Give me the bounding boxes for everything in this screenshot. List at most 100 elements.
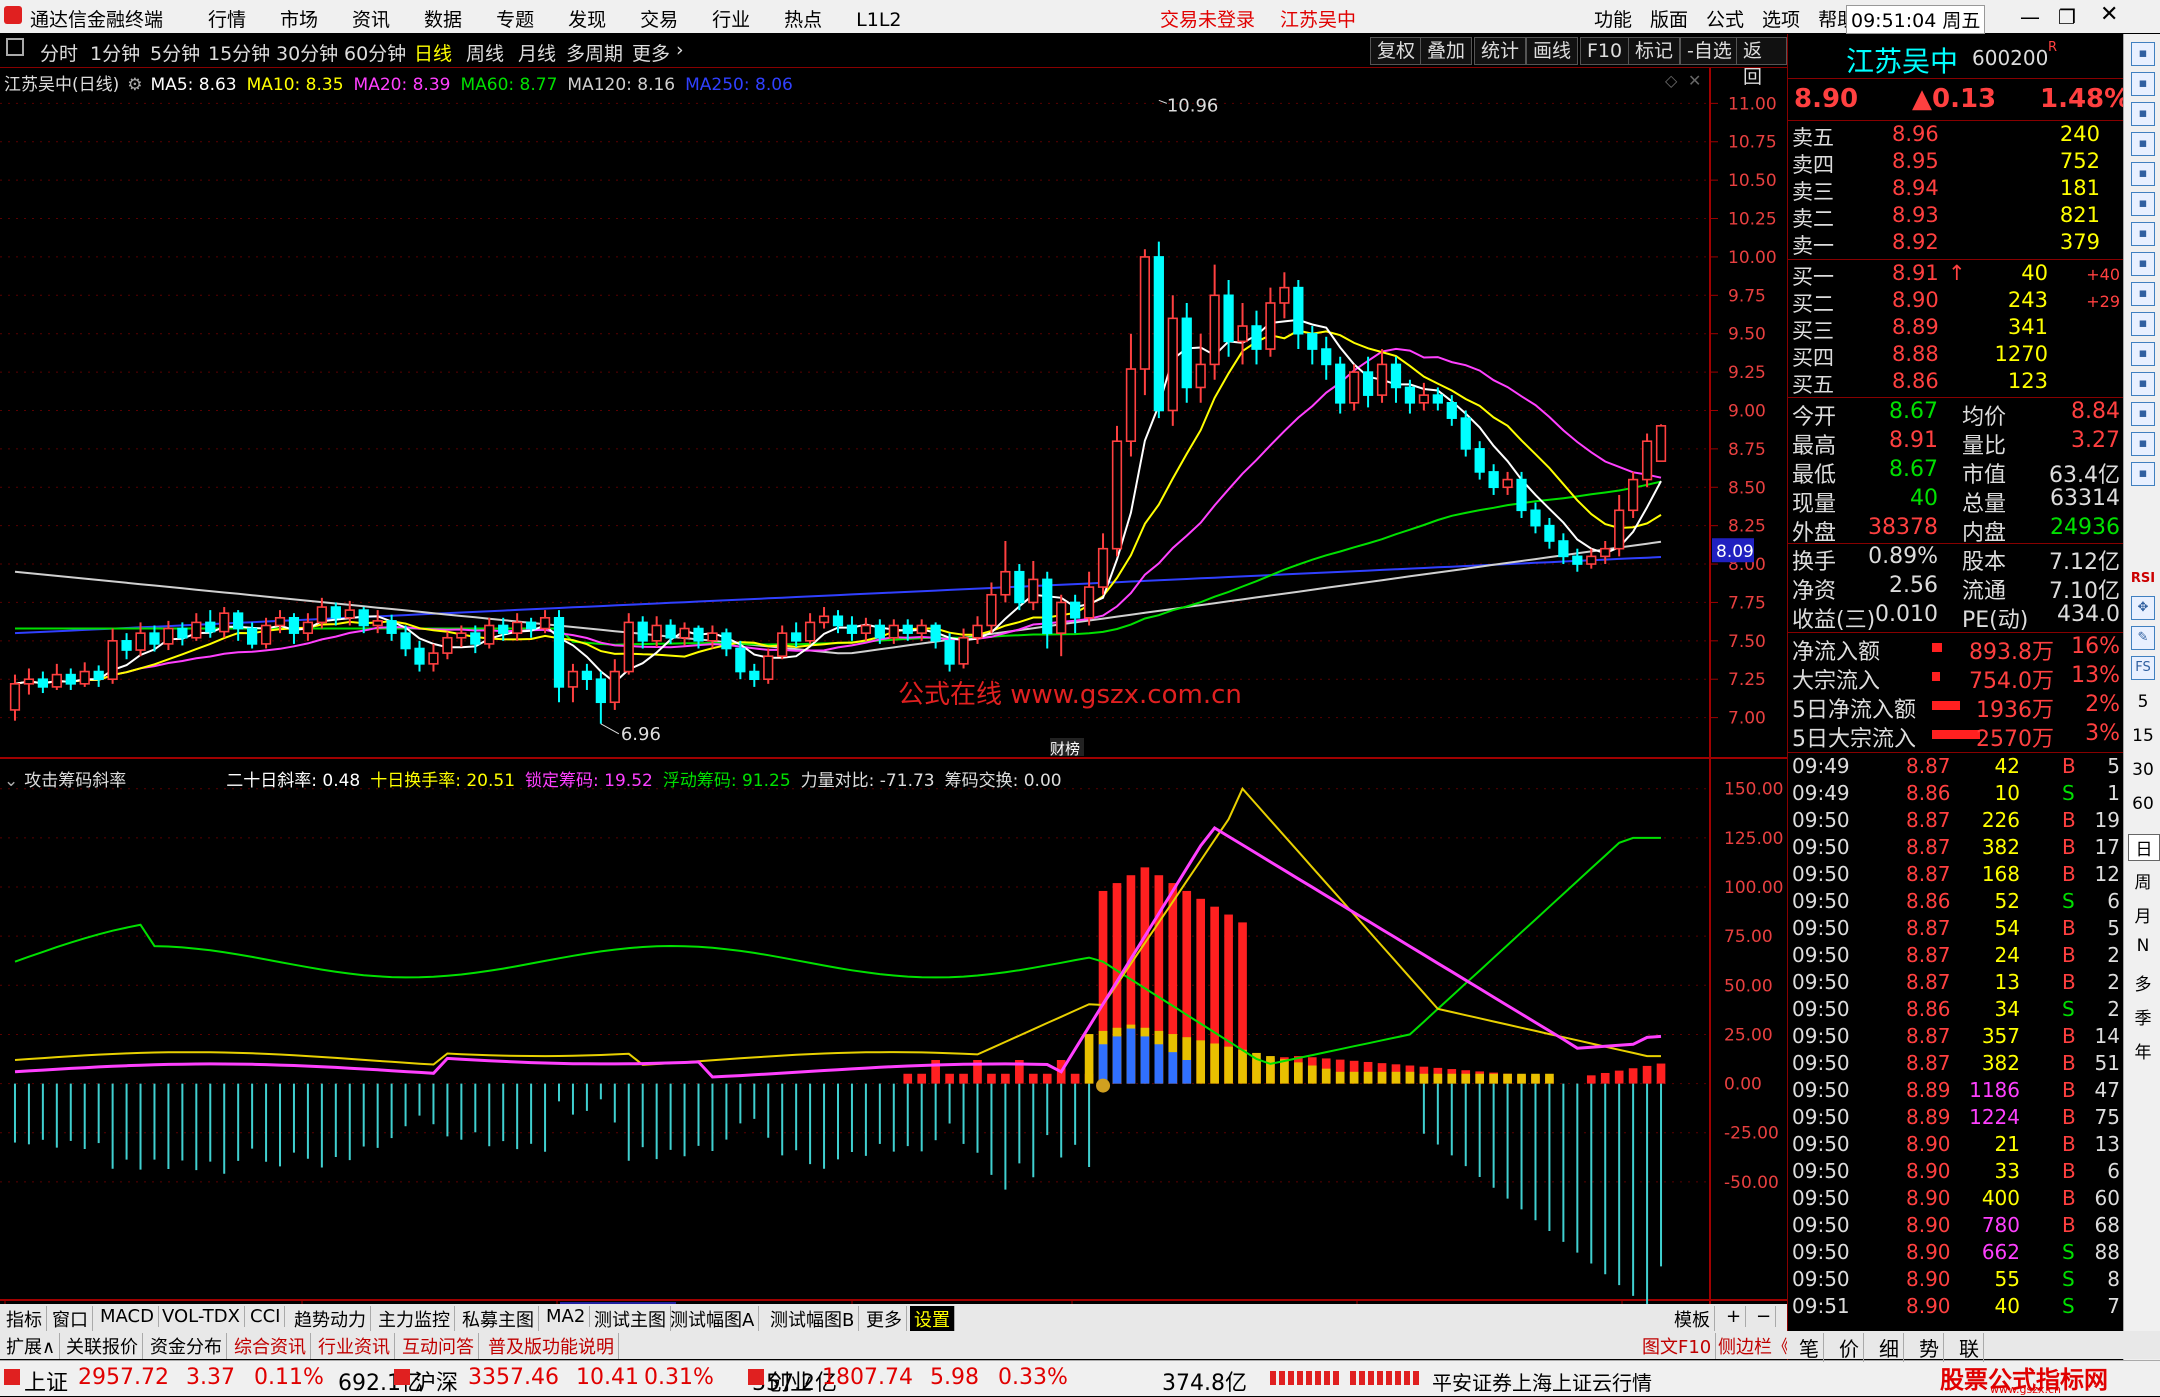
candle[interactable] [191, 613, 202, 641]
bid-row[interactable]: 买三 8.89 341 [1792, 315, 2120, 343]
chart-diamond-icon[interactable]: ◇ [1665, 71, 1678, 90]
candle[interactable] [1028, 560, 1039, 611]
period-0[interactable]: 分时 [40, 39, 78, 66]
table-icon[interactable]: ▪ [2131, 252, 2155, 276]
candle[interactable] [1335, 356, 1346, 414]
indicator-tab-1[interactable]: 窗口 [48, 1306, 93, 1332]
indicator-tab-10[interactable]: 测试幅图A [666, 1306, 760, 1332]
indicator-tab-2[interactable]: MACD [96, 1306, 159, 1327]
candle[interactable] [1070, 594, 1081, 634]
candle[interactable] [23, 668, 35, 695]
candle[interactable] [846, 616, 858, 641]
candle[interactable] [763, 648, 774, 684]
f2-icon[interactable]: ▪ [2131, 372, 2155, 396]
chart-area[interactable]: 11.00 10.75 10.50 10.25 10.00 9.75 9.50 9.25 9.0… [0, 68, 1787, 1304]
chart-icon[interactable]: ▪ [2131, 462, 2155, 486]
bid-row[interactable]: 买四 8.88 1270 [1792, 342, 2120, 370]
extension-tab-6[interactable]: 普及版功能说明 [484, 1333, 619, 1359]
candle[interactable] [1265, 287, 1276, 357]
panel-switch-2[interactable]: 细 [1875, 1333, 1904, 1362]
tool-button-3[interactable]: 画线 [1526, 37, 1579, 65]
more-chevron-icon[interactable]: › [676, 39, 684, 61]
candle[interactable] [1279, 272, 1290, 319]
minute-60[interactable]: 60 [2128, 794, 2158, 814]
index-name[interactable]: 沪深 [414, 1365, 458, 1397]
template-control-1[interactable]: + [1722, 1306, 1747, 1327]
candle[interactable] [1641, 433, 1653, 488]
period-side-2[interactable]: 月 [2128, 902, 2158, 927]
candle[interactable] [860, 617, 872, 641]
panel-switch-4[interactable]: 联 [1955, 1333, 1984, 1362]
index-name[interactable]: 上证 [24, 1365, 68, 1397]
candle[interactable] [930, 622, 941, 649]
candle[interactable] [721, 628, 732, 657]
minimize-icon[interactable]: — [2020, 5, 2040, 29]
candle[interactable] [1293, 279, 1304, 350]
menu-4[interactable]: 专题 [496, 9, 534, 31]
candle[interactable] [37, 671, 48, 694]
candle[interactable] [1125, 333, 1137, 457]
period-side-5[interactable]: 季 [2128, 1004, 2158, 1029]
tool-button-5[interactable]: 标记 [1628, 37, 1681, 65]
period-side-0[interactable]: 日 [2128, 834, 2160, 861]
minute-15[interactable]: 15 [2128, 726, 2158, 746]
panel-switch-3[interactable]: 势 [1915, 1333, 1944, 1362]
indicator-tab-7[interactable]: 私募主图 [458, 1306, 539, 1332]
menu-0[interactable]: 行情 [208, 9, 246, 31]
candle[interactable] [581, 663, 593, 690]
candle[interactable] [777, 625, 788, 660]
indicator-tab-11[interactable]: 测试幅图B [766, 1306, 860, 1332]
badge-text[interactable]: 财榜 [1050, 740, 1080, 758]
indicator-tab-12[interactable]: 更多 [862, 1306, 907, 1332]
right-menu-2[interactable]: 公式 [1706, 9, 1744, 31]
tool-button-4[interactable]: F10 [1580, 37, 1630, 65]
period-side-4[interactable]: 多 [2128, 970, 2158, 995]
panel-switch-1[interactable]: 价 [1835, 1333, 1864, 1362]
tool-button-2[interactable]: 统计 [1474, 37, 1527, 65]
period-1[interactable]: 1分钟 [90, 39, 140, 66]
candle[interactable] [428, 643, 439, 672]
candle[interactable] [1474, 441, 1485, 480]
candle[interactable] [1516, 471, 1527, 518]
arrow-up-icon[interactable]: ▪ [2131, 72, 2155, 96]
chart-close-icon[interactable]: ✕ [1688, 71, 1701, 90]
candle[interactable] [330, 602, 341, 626]
candle-icon[interactable]: ▪ [2131, 222, 2155, 246]
candle[interactable] [1544, 517, 1555, 549]
candle[interactable] [1362, 356, 1374, 408]
candle[interactable] [484, 617, 495, 649]
candle[interactable] [1056, 594, 1067, 657]
ask-row[interactable]: 卖四 8.95 752 [1792, 149, 2120, 177]
candle[interactable] [1558, 533, 1569, 565]
menu-5[interactable]: 发现 [568, 9, 606, 31]
settings-gear-icon[interactable]: ⚙ [127, 75, 142, 95]
candle[interactable] [1460, 410, 1471, 457]
fs-icon[interactable]: FS [2131, 656, 2155, 680]
sidebar-tab[interactable]: 侧边栏《 [1714, 1333, 1795, 1359]
candle[interactable] [679, 622, 690, 646]
right-menu-1[interactable]: 版面 [1650, 9, 1688, 31]
candle[interactable] [1167, 295, 1178, 426]
arrow-down-icon[interactable]: ▪ [2131, 102, 2155, 126]
menu-9[interactable]: L1L2 [856, 9, 901, 31]
period-3[interactable]: 15分钟 [208, 39, 270, 66]
candle[interactable] [9, 674, 21, 721]
extension-tab-5[interactable]: 互动问答 [398, 1333, 479, 1359]
collapse-up-icon[interactable]: ▪ [2131, 42, 2155, 66]
candle[interactable] [1655, 424, 1667, 462]
period-7[interactable]: 周线 [466, 39, 504, 66]
period-2[interactable]: 5分钟 [150, 39, 200, 66]
tool-button-6[interactable]: -自选 [1680, 37, 1739, 65]
indicator-tab-3[interactable]: VOL-TDX [158, 1306, 245, 1327]
candle[interactable] [1209, 264, 1220, 380]
candle[interactable] [1488, 464, 1499, 495]
candle[interactable] [65, 668, 76, 690]
candle[interactable] [1042, 571, 1053, 649]
candle[interactable] [595, 671, 606, 724]
tool-button-0[interactable]: 复权 [1370, 37, 1423, 65]
notice-icon[interactable]: ▪ [2131, 432, 2155, 456]
candle[interactable] [51, 663, 62, 690]
ask-row[interactable]: 卖三 8.94 181 [1792, 176, 2120, 204]
right-menu-3[interactable]: 选项 [1762, 9, 1800, 31]
candle[interactable] [665, 619, 676, 644]
